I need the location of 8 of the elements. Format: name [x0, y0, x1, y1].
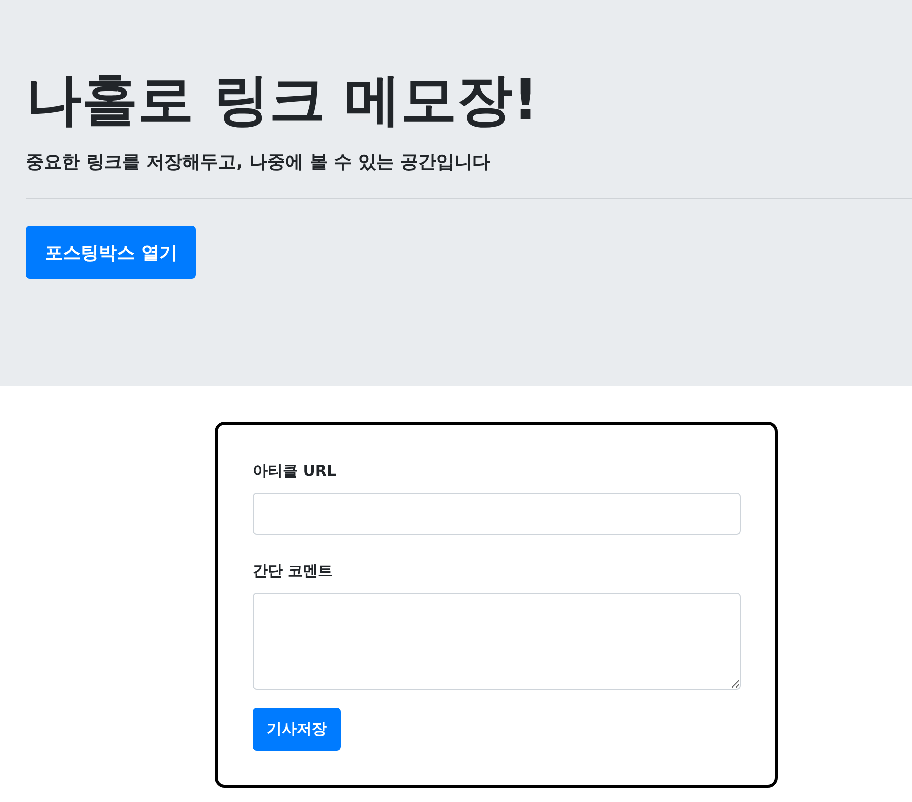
save-article-button[interactable]: 기사저장 — [253, 708, 341, 751]
url-input-field[interactable] — [253, 493, 741, 535]
open-posting-box-button[interactable]: 포스팅박스 열기 — [26, 226, 196, 279]
comment-text-area[interactable] — [253, 593, 741, 690]
field-label: 아티클 URL — [253, 461, 338, 481]
field-label: 간단 코멘트 — [253, 561, 334, 581]
page-title: 나홀로 링크 메모장! — [26, 67, 539, 135]
page-subtitle: 중요한 링크를 저장해두고, 나중에 볼 수 있는 공간입니다 — [26, 151, 491, 174]
